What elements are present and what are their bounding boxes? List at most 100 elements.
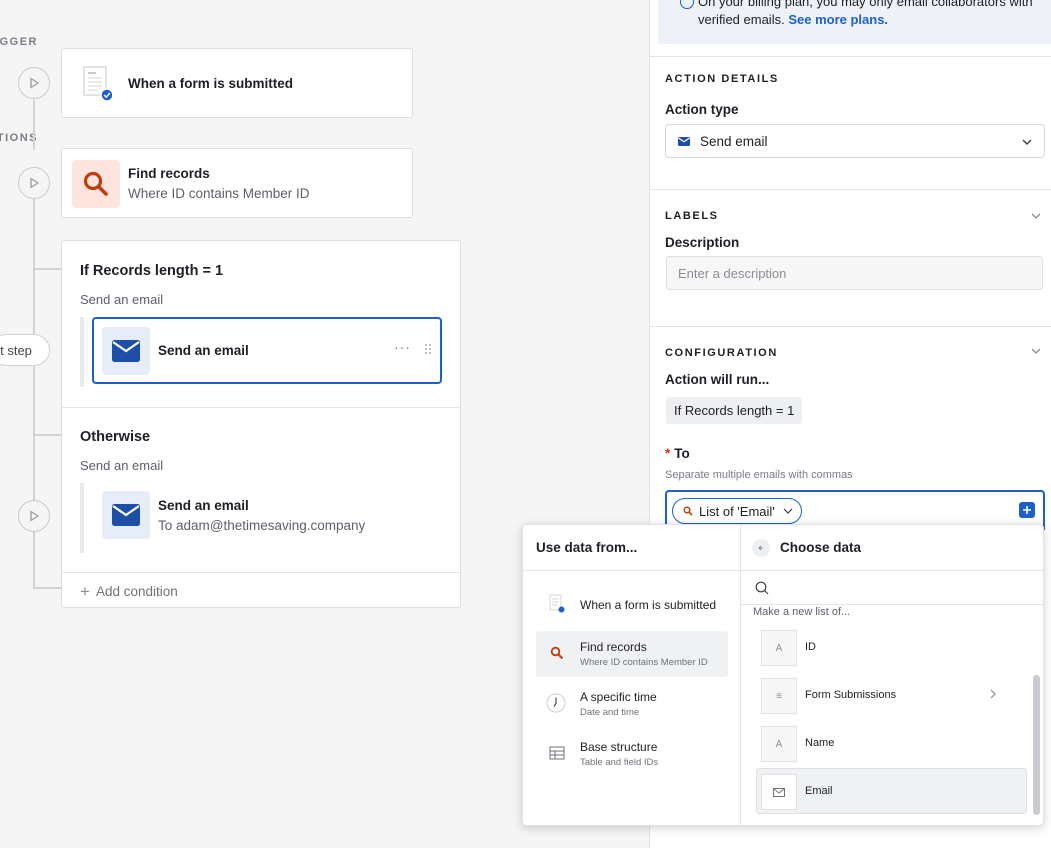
play-icon [30,77,39,89]
source-specific-time[interactable]: A specific time Date and time [536,681,728,727]
trigger-section-label: TRIGGER [0,36,38,48]
field-label: ID [805,641,816,653]
clock-icon [546,693,566,713]
branch-indent-bar [80,483,84,553]
next-step-button[interactable]: Next step [0,334,50,366]
source-subtitle: Table and field IDs [580,757,659,768]
choose-data-header: Choose data [741,525,1043,571]
find-records-icon-box [72,160,120,208]
text-field-icon: A [761,726,797,762]
action-type-value: Send email [700,133,768,149]
connector-line [33,268,63,270]
search-icon [755,581,769,595]
source-base-structure[interactable]: Base structure Table and field IDs [536,731,728,777]
source-form-submitted[interactable]: When a form is submitted [536,582,728,628]
choose-data-heading: Choose data [780,540,862,555]
mail-icon [112,504,140,526]
plus-icon: + [80,581,90,601]
will-run-label: Action will run... [665,372,770,387]
field-option-form-submissions[interactable]: ≡ Form Submissions [757,675,1027,717]
chevron-down-icon[interactable] [1030,210,1042,222]
source-title: When a form is submitted [580,598,717,612]
to-label-text: To [674,446,690,461]
use-data-from-heading: Use data from... [523,525,740,571]
arrow-left-icon [758,545,763,550]
send-email-step-otherwise[interactable]: Send an email To adam@thetimesaving.comp… [92,483,442,550]
test-action-button[interactable] [18,167,50,199]
otherwise-subtitle: Send an email [80,458,164,473]
connector-line [33,434,63,436]
find-records-card[interactable]: Find records Where ID contains Member ID [61,148,413,218]
connector-line [33,100,35,150]
send-email-step-title: Send an email [158,343,249,358]
search-icon [548,643,566,663]
scrollbar-thumb[interactable] [1033,675,1040,815]
source-subtitle: Date and time [580,707,640,718]
linked-record-icon: ≡ [761,678,797,714]
if-condition-subtitle: Send an email [80,292,164,307]
description-placeholder: Enter a description [678,265,787,281]
data-source-column: Use data from... When a form is submitte… [523,525,741,825]
billing-notice-banner: On your billing plan, you may only email… [658,0,1051,44]
choose-data-column: Choose data Make a new list of... A ID ≡… [741,525,1043,825]
find-records-title: Find records [128,166,210,181]
field-label: Name [805,737,835,749]
description-label: Description [665,235,740,250]
add-condition-label: Add condition [95,583,178,599]
send-email-otherwise-title: Send an email [158,498,249,513]
test-trigger-button[interactable] [18,67,50,99]
search-icon [683,506,693,516]
branch-indent-bar [80,317,84,387]
form-submitted-icon [548,594,566,614]
divider [62,407,460,408]
action-type-select[interactable]: Send email [665,124,1045,158]
description-input[interactable]: Enter a description [666,256,1043,290]
back-button[interactable] [752,538,770,557]
see-more-plans-link[interactable]: See more plans. [788,12,888,27]
info-icon [680,0,694,9]
chevron-right-icon [990,689,996,699]
make-list-caption: Make a new list of... [753,606,851,618]
text-field-icon: A [761,630,797,666]
mail-icon [678,136,690,146]
will-run-condition-chip: If Records length = 1 [666,397,803,424]
source-subtitle: Where ID contains Member ID [580,657,708,668]
source-title: Find records [580,640,647,654]
send-email-step-selected[interactable]: Send an email ··· [92,317,442,384]
source-find-records-selected[interactable]: Find records Where ID contains Member ID [536,631,728,677]
otherwise-title[interactable]: Otherwise [80,429,150,445]
add-condition-button[interactable]: + Add condition [80,582,178,600]
data-search-input[interactable] [741,571,1043,605]
form-submitted-icon [82,65,114,103]
field-option-email-hover[interactable]: Email [756,768,1027,814]
labels-section: LABELS Description Enter a description [650,189,1051,326]
send-email-otherwise-subtitle: To adam@thetimesaving.company [158,518,366,533]
drag-handle-icon[interactable] [424,343,432,355]
list-of-email-token[interactable]: List of 'Email' [672,498,802,524]
send-email-icon-box [102,491,150,539]
chevron-down-icon [783,508,793,514]
field-option-name[interactable]: A Name [757,723,1027,765]
connector-line [33,587,63,589]
action-details-section: ACTION DETAILS Action type Send email [650,56,1051,189]
field-label: Form Submissions [805,689,897,701]
if-condition-title[interactable]: If Records length = 1 [80,263,223,279]
trigger-card[interactable]: When a form is submitted [61,48,413,118]
plus-icon [1023,506,1031,514]
condition-group-card: If Records length = 1 Send an email Send… [61,240,461,608]
search-icon [83,171,108,196]
next-step-label: Next step [0,342,32,358]
action-details-heading: ACTION DETAILS [665,73,779,85]
test-otherwise-button[interactable] [18,500,50,532]
to-field-label: * To [665,446,690,461]
field-option-id[interactable]: A ID [757,627,1027,669]
play-icon [30,177,39,189]
trigger-title: When a form is submitted [128,76,294,91]
to-field-hint: Separate multiple emails with commas [665,469,853,481]
required-asterisk: * [665,446,671,461]
chevron-down-icon[interactable] [1030,345,1042,357]
mail-icon [112,340,140,362]
more-options-icon[interactable]: ··· [394,339,411,355]
insert-data-button[interactable] [1019,502,1035,518]
action-type-label: Action type [665,102,739,117]
